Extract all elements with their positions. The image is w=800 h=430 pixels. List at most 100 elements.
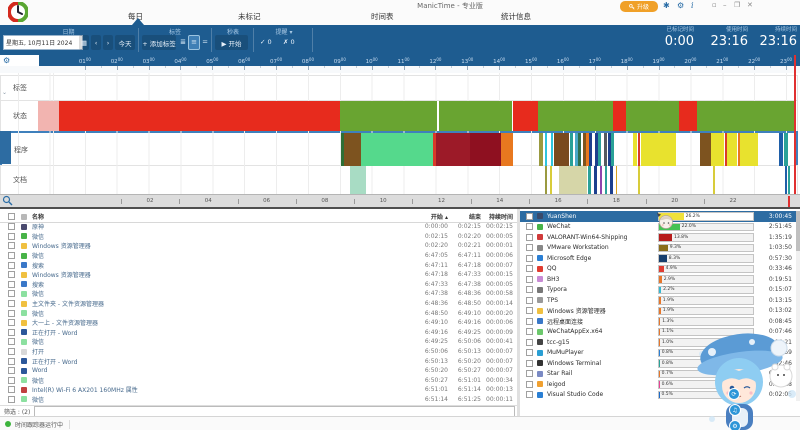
upgrade-button[interactable]: 升级 [620, 1, 658, 12]
name-column-header[interactable]: 名称 [32, 212, 412, 221]
app-summary-row[interactable]: Visual Studio Code0.5%0:02:05 [520, 390, 796, 401]
app-summary-row[interactable]: Microsoft Edge8.3%0:57:30 [520, 253, 796, 264]
row-checkbox[interactable] [8, 281, 15, 288]
timeline-segment[interactable] [784, 133, 788, 166]
row-checkbox[interactable] [8, 329, 15, 336]
timeline-segment[interactable] [633, 133, 637, 166]
timeline-segment[interactable] [578, 133, 581, 166]
table-row[interactable]: 大一上 - 文件资源管理器6:49:106:49:1600:00:06 [0, 318, 517, 328]
track-status[interactable]: 状态 [0, 100, 798, 132]
timeline-segment[interactable] [605, 166, 607, 194]
start-column-header[interactable]: 开始 ▴ [412, 212, 448, 221]
app-summary-row[interactable]: VALORANT-Win64-Shipping13.8%1:35:19 [520, 232, 796, 243]
row-checkbox[interactable] [526, 381, 533, 388]
row-checkbox[interactable] [526, 370, 533, 377]
timeline-segment[interactable] [598, 133, 601, 166]
table-row[interactable]: Word6:50:206:50:2700:00:07 [0, 366, 517, 376]
table-row[interactable]: 微信6:51:146:51:2500:00:11 [0, 395, 517, 405]
timeline-segment[interactable] [513, 101, 538, 131]
duration-column-header[interactable]: 持续时间 [481, 212, 513, 221]
time-ruler[interactable]: 0100020003000400050006000700080009001000… [0, 55, 800, 66]
row-checkbox[interactable] [526, 349, 533, 356]
alerts-group-label[interactable]: 提醒 ▾ [256, 27, 312, 36]
app-summary-row[interactable]: WeChat22.0%2:51:45 [520, 222, 796, 233]
timeline-segment[interactable] [711, 133, 724, 166]
track-tags[interactable]: 标签 [0, 75, 798, 101]
pet-refresh-button[interactable]: ⟳ [728, 388, 740, 400]
timeline-segment[interactable] [594, 166, 596, 194]
row-checkbox[interactable] [8, 252, 15, 259]
app-summary-row[interactable]: Typora2.2%0:15:07 [520, 285, 796, 296]
row-checkbox[interactable] [8, 310, 15, 317]
timeline-segment[interactable] [538, 101, 614, 131]
settings-gear-icon[interactable]: ⚙ [677, 1, 684, 10]
table-row[interactable]: Windows 资源管理器6:47:186:47:3300:00:15 [0, 270, 517, 280]
timeline-segment[interactable] [501, 133, 512, 166]
pet-music-button[interactable]: ♫ [729, 404, 741, 416]
timeline-segment[interactable] [539, 133, 543, 166]
row-checkbox[interactable] [8, 319, 15, 326]
row-checkbox[interactable] [526, 244, 533, 251]
timeline-segment[interactable] [779, 133, 784, 166]
zoom-magnifier-icon[interactable] [2, 195, 13, 206]
tab-statistics[interactable]: 统计信息 [501, 11, 531, 22]
table-row[interactable]: 微信6:47:056:47:1100:00:06 [0, 251, 517, 261]
row-checkbox[interactable] [526, 307, 533, 314]
table-row[interactable]: 微信6:50:276:51:0100:00:34 [0, 376, 517, 386]
timeline-segment[interactable] [697, 101, 793, 131]
timeline-segment[interactable] [439, 101, 513, 131]
timeline-segment[interactable] [626, 101, 679, 131]
app-summary-row[interactable]: WeChatAppEx.x641.1%0:07:46 [520, 327, 796, 338]
timeline-segment[interactable] [616, 166, 618, 194]
pin-window-button[interactable]: ▫ [712, 1, 717, 9]
table-row[interactable]: 打开6:50:066:50:1300:00:07 [0, 347, 517, 357]
app-summary-row[interactable]: leigod0.6%0:02:18 [520, 379, 796, 390]
table-row[interactable]: Intel(R) Wi-Fi 6 AX201 160MHz 属性6:51:016… [0, 385, 517, 395]
select-all-checkbox[interactable] [8, 213, 15, 220]
timeline-segment[interactable] [470, 133, 502, 166]
timeline-segment[interactable] [613, 101, 626, 131]
row-checkbox[interactable] [526, 328, 533, 335]
table-row[interactable]: 原神0:00:000:02:1500:02:15 [0, 222, 517, 232]
row-checkbox[interactable] [526, 297, 533, 304]
timeline-segment[interactable] [545, 166, 547, 194]
row-checkbox[interactable] [8, 223, 15, 230]
row-checkbox[interactable] [8, 271, 15, 278]
table-row[interactable]: 正在打开 - Word6:50:136:50:2000:00:07 [0, 356, 517, 366]
timeline-segment[interactable] [588, 166, 590, 194]
next-day-button[interactable]: › [103, 35, 113, 50]
table-row[interactable]: 微信6:47:386:48:3600:00:58 [0, 289, 517, 299]
row-checkbox[interactable] [8, 290, 15, 297]
timeline-segment[interactable] [554, 133, 569, 166]
app-summary-row[interactable]: Windows 资源管理器1.9%0:13:02 [520, 306, 796, 317]
timeline-segment[interactable] [608, 133, 611, 166]
timeline-segment[interactable] [638, 166, 640, 194]
end-column-header[interactable]: 结束 [448, 212, 481, 221]
timeline-segment[interactable] [361, 133, 433, 166]
timeline-segment[interactable] [700, 133, 711, 166]
app-summary-row[interactable]: MuMuPlayer0.8%0:02:59 [520, 348, 796, 359]
app-summary-row[interactable]: VMware Workstation9.3%1:03:50 [520, 243, 796, 254]
table-row[interactable]: 搜索6:47:116:47:1800:00:07 [0, 260, 517, 270]
row-checkbox[interactable] [526, 255, 533, 262]
view-toggle-list-icon[interactable]: ≣ [178, 36, 188, 49]
table-row[interactable]: 微信6:48:506:49:1000:00:20 [0, 308, 517, 318]
timeline-segment[interactable] [788, 166, 790, 194]
row-checkbox[interactable] [526, 276, 533, 283]
row-checkbox[interactable] [526, 391, 533, 398]
timeline-segment[interactable] [638, 133, 640, 166]
timeline-segment[interactable] [610, 166, 612, 194]
timeline-segment[interactable] [550, 166, 552, 194]
row-checkbox[interactable] [8, 338, 15, 345]
view-toggle-minimal-icon[interactable]: = [200, 36, 210, 49]
timeline-segment[interactable] [559, 166, 587, 194]
timeline-overview[interactable]: 0204060810121416182022 [0, 194, 800, 207]
row-checkbox[interactable] [526, 265, 533, 272]
minimize-button[interactable]: – [723, 1, 727, 9]
close-button[interactable]: ✕ [747, 1, 753, 9]
row-checkbox[interactable] [8, 233, 15, 240]
app-summary-row[interactable]: TPS1.9%0:13:15 [520, 295, 796, 306]
maximize-button[interactable]: ❐ [734, 1, 740, 9]
scrollbar-thumb[interactable] [796, 211, 800, 251]
timeline-segment[interactable] [545, 133, 548, 166]
